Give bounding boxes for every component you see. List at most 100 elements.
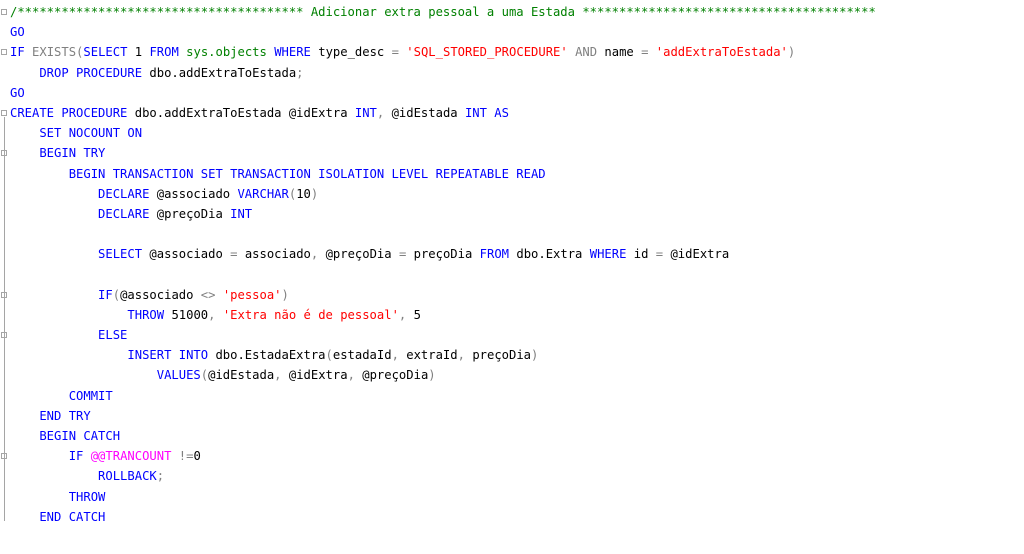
code-line[interactable]: VALUES(@idEstada, @idExtra, @preçoDia)	[10, 365, 1024, 385]
code-token: THROW	[10, 489, 106, 504]
code-line[interactable]: IF @@TRANCOUNT !=0	[10, 446, 1024, 466]
code-token: 'SQL_STORED_PROCEDURE'	[406, 45, 576, 60]
fold-gutter	[0, 0, 9, 554]
code-token: END TRY	[10, 408, 91, 423]
code-token: =	[391, 45, 407, 60]
code-token: DROP PROCEDURE	[10, 65, 150, 80]
code-token: IF	[10, 45, 33, 60]
code-line[interactable]: ELSE	[10, 325, 1024, 345]
code-token: 'Extra não é de pessoal'	[222, 307, 399, 322]
code-token: (	[112, 287, 121, 302]
code-token: IF	[10, 449, 91, 464]
code-token: )	[428, 368, 436, 383]
code-line[interactable]: ROLLBACK;	[10, 466, 1024, 486]
code-token: dbo.addExtraToEstada @idExtra	[134, 105, 355, 120]
code-token: ,	[398, 307, 414, 322]
code-token: SELECT	[10, 247, 150, 262]
code-line[interactable]: DECLARE @preçoDia INT	[10, 204, 1024, 224]
code-line[interactable]: COMMIT	[10, 386, 1024, 406]
code-line[interactable]	[10, 264, 1024, 284]
code-token: ;	[296, 65, 304, 80]
code-token: 1	[134, 45, 150, 60]
fold-toggle-icon[interactable]	[1, 9, 7, 15]
code-token: ,	[208, 307, 223, 322]
code-line[interactable]: DROP PROCEDURE dbo.addExtraToEstada;	[10, 63, 1024, 83]
code-token: END CATCH	[10, 509, 106, 524]
code-token: /***************************************…	[10, 5, 876, 19]
code-token: FROM	[479, 247, 517, 262]
code-token: ROLLBACK	[10, 469, 157, 484]
code-token: dbo.addExtraToEstada	[149, 65, 297, 80]
code-token: =	[230, 247, 245, 262]
code-token: )	[281, 287, 289, 302]
code-line[interactable]: GO	[10, 83, 1024, 103]
code-token: dbo.EstadaExtra	[215, 348, 326, 363]
code-token: preçoDia	[472, 348, 532, 363]
code-line[interactable]: /***************************************…	[10, 2, 1024, 22]
code-token: 'addExtraToEstada'	[655, 45, 788, 60]
code-token: INT	[230, 206, 253, 221]
code-token: extraId	[406, 348, 458, 363]
code-line[interactable]: IF EXISTS(SELECT 1 FROM sys.objects WHER…	[10, 42, 1024, 62]
code-line[interactable]: INSERT INTO dbo.EstadaExtra(estadaId, ex…	[10, 345, 1024, 365]
code-line[interactable]: SET NOCOUNT ON	[10, 123, 1024, 143]
code-token: <>	[200, 287, 223, 302]
code-token: DECLARE	[10, 186, 157, 201]
code-token: GO	[10, 85, 25, 100]
code-token: !=	[178, 449, 194, 464]
code-line[interactable]	[10, 224, 1024, 244]
code-token: @idExtra	[288, 368, 348, 383]
code-token: =	[641, 45, 656, 60]
code-line[interactable]: END CATCH	[10, 507, 1024, 527]
code-token: @associado	[149, 247, 231, 262]
code-token: GO	[10, 25, 25, 40]
code-line[interactable]: THROW	[10, 487, 1024, 507]
code-token: VARCHAR	[237, 186, 289, 201]
code-token: (	[325, 348, 333, 363]
code-line[interactable]: DECLARE @associado VARCHAR(10)	[10, 184, 1024, 204]
code-token: ,	[274, 368, 289, 383]
code-area[interactable]: /***************************************…	[10, 2, 1024, 527]
code-line[interactable]: GO	[10, 22, 1024, 42]
code-line[interactable]: BEGIN CATCH	[10, 426, 1024, 446]
sql-code-editor[interactable]: /***************************************…	[0, 0, 1024, 554]
code-token: ,	[391, 348, 407, 363]
code-token: THROW	[10, 307, 172, 322]
code-token: BEGIN TRANSACTION SET TRANSACTION ISOLAT…	[10, 166, 546, 181]
code-line[interactable]: IF(@associado <> 'pessoa')	[10, 285, 1024, 305]
code-token: @preçoDia	[156, 206, 231, 221]
code-line[interactable]: END TRY	[10, 406, 1024, 426]
fold-toggle-icon[interactable]	[1, 49, 7, 56]
code-token: name	[604, 45, 642, 60]
code-token: @@TRANCOUNT	[90, 449, 179, 464]
code-token: @preçoDia	[325, 247, 399, 262]
code-token: =	[398, 247, 414, 262]
code-line[interactable]: BEGIN TRANSACTION SET TRANSACTION ISOLAT…	[10, 164, 1024, 184]
code-token: @idEstada	[391, 105, 465, 120]
code-token: @preçoDia	[362, 368, 429, 383]
code-token: =	[655, 247, 671, 262]
code-line[interactable]: THROW 51000, 'Extra não é de pessoal', 5	[10, 305, 1024, 325]
code-token: COMMIT	[10, 388, 113, 403]
code-token: EXISTS	[32, 45, 77, 60]
code-token: 'pessoa'	[222, 287, 282, 302]
code-token: SET NOCOUNT ON	[10, 126, 143, 141]
code-token: BEGIN CATCH	[10, 428, 121, 443]
code-token: DECLARE	[10, 206, 157, 221]
code-token: associado	[244, 247, 311, 262]
code-token: AND	[575, 45, 605, 60]
code-token: SELECT	[83, 45, 135, 60]
code-token: )	[310, 186, 319, 201]
code-line[interactable]: CREATE PROCEDURE dbo.addExtraToEstada @i…	[10, 103, 1024, 123]
code-token: 0	[193, 449, 201, 464]
code-token: ELSE	[10, 328, 128, 342]
code-line[interactable]: BEGIN TRY	[10, 143, 1024, 163]
code-line[interactable]: SELECT @associado = associado, @preçoDia…	[10, 244, 1024, 264]
code-token: 5	[413, 307, 421, 322]
fold-toggle-icon[interactable]	[1, 110, 7, 116]
code-token: BEGIN TRY	[10, 146, 106, 161]
code-token: INT	[354, 105, 377, 120]
code-token: @associado	[156, 186, 238, 201]
code-token: id	[633, 247, 656, 262]
code-token: ,	[376, 105, 392, 120]
